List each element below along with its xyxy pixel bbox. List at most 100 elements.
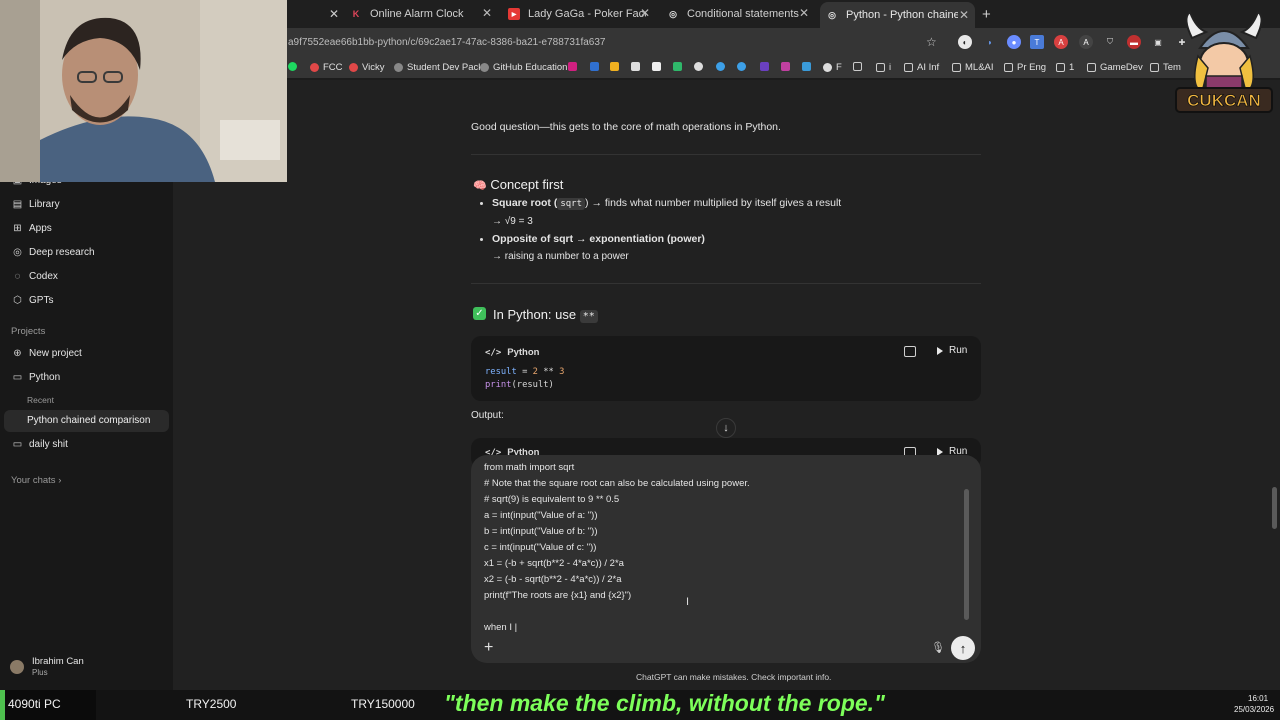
- text-cursor-icon: I: [686, 596, 690, 608]
- scroll-down-icon[interactable]: ↓: [716, 418, 736, 438]
- bookmark-icon-only[interactable]: [590, 62, 603, 71]
- tab-close-icon[interactable]: ✕: [329, 4, 339, 24]
- shield-icon[interactable]: ⛉: [1103, 35, 1117, 49]
- sidebar-chat-python-chained-comparison[interactable]: Python chained comparison: [27, 415, 150, 426]
- composer-line: x1 = (-b + sqrt(b**2 - 4*a*c)) / 2*a: [484, 558, 624, 569]
- bookmark-folder-ml-ai[interactable]: ML&AI: [952, 62, 994, 73]
- bookmark-icon-only[interactable]: [694, 62, 707, 71]
- fcc-icon: [310, 63, 319, 72]
- bookmark-star-icon[interactable]: ☆: [926, 35, 937, 49]
- tab-label: Conditional statements - Pytho: [687, 8, 799, 20]
- bookmark-folder-ai-inf[interactable]: AI Inf: [904, 62, 939, 73]
- run-button[interactable]: Run: [937, 345, 967, 356]
- tab-online-alarm-clock[interactable]: K Online Alarm Clock ✕: [350, 4, 498, 24]
- sidebar-item-gpts[interactable]: ⬡ GPTs: [12, 295, 53, 306]
- bookmark-icon-only[interactable]: [760, 62, 773, 71]
- sidebar-item-label: Codex: [29, 271, 58, 282]
- adblock-icon[interactable]: A: [1054, 35, 1068, 49]
- bookmark-icon-only[interactable]: [568, 62, 581, 71]
- disclaimer: ChatGPT can make mistakes. Check importa…: [636, 672, 832, 682]
- app-icon: [590, 62, 599, 71]
- close-icon[interactable]: ✕: [482, 6, 492, 20]
- folder-icon: [1056, 63, 1065, 72]
- app-icon: [673, 62, 682, 71]
- bookmark-f[interactable]: F: [823, 62, 842, 73]
- youtube-favicon-icon: ▶: [508, 8, 520, 20]
- your-chats-heading[interactable]: Your chats ›: [11, 475, 61, 486]
- app-icon: [823, 63, 832, 72]
- bookmark-label: FCC: [323, 62, 343, 73]
- vicky-icon: [349, 63, 358, 72]
- bookmark-student-dev-pack[interactable]: Student Dev Pack: [394, 62, 483, 73]
- extension-icon[interactable]: ◐: [958, 35, 972, 49]
- user-plan: Plus: [32, 668, 48, 677]
- bookmark-icon-only[interactable]: [716, 62, 729, 71]
- run-label: Run: [949, 345, 968, 356]
- bookmark-icon-only[interactable]: [781, 62, 794, 71]
- add-attachment-icon[interactable]: +: [484, 639, 493, 657]
- composer-line: a = int(input("Value of a: ")): [484, 510, 598, 521]
- bookmark-folder[interactable]: [853, 62, 866, 71]
- sidebar-item-label: GPTs: [29, 295, 54, 306]
- user-name[interactable]: Ibrahim Can: [32, 656, 84, 667]
- github-icon: [480, 63, 489, 72]
- folder-icon: [876, 63, 885, 72]
- app-icon: [568, 62, 577, 71]
- extension-icon[interactable]: A: [1079, 35, 1093, 49]
- inline-code: **: [579, 310, 598, 323]
- tab-python-chained-comparison[interactable]: ◎ Python - Python chained comp ✕: [820, 2, 975, 28]
- bullet-rest: ) → finds what number multiplied by itse…: [585, 197, 842, 209]
- bookmark-folder-gamedev[interactable]: GameDev: [1087, 62, 1143, 73]
- tab-lady-gaga[interactable]: ▶ Lady GaGa - Poker Face (Jo ✕: [508, 4, 656, 24]
- sidebar-item-deep-research[interactable]: ◎ Deep research: [12, 247, 94, 258]
- extension-icon[interactable]: ●: [1007, 35, 1021, 49]
- message-composer[interactable]: from math import sqrt # Note that the sq…: [471, 455, 981, 663]
- composer-scrollbar[interactable]: [964, 489, 969, 620]
- avatar[interactable]: [10, 660, 24, 674]
- bookmark-icon-only[interactable]: [673, 62, 686, 71]
- new-project-button[interactable]: ⊕ New project: [12, 348, 82, 359]
- close-icon[interactable]: ✕: [640, 6, 650, 20]
- sidebar-item-library[interactable]: ▤ Library: [12, 199, 60, 210]
- bookmark-folder-1[interactable]: 1: [1056, 62, 1074, 73]
- copy-icon[interactable]: [904, 346, 916, 357]
- code-line-1: result = 2 ** 3: [485, 367, 565, 377]
- recent-heading: Recent: [27, 395, 54, 405]
- extension-icon[interactable]: ▬: [1127, 35, 1141, 49]
- close-icon[interactable]: ✕: [959, 8, 969, 22]
- close-icon[interactable]: ✕: [799, 6, 809, 20]
- tab-conditional-statements[interactable]: ◎ Conditional statements - Pytho ✕: [667, 4, 815, 24]
- send-button[interactable]: ↑: [951, 636, 975, 660]
- clock-time: 16:01: [1248, 694, 1269, 703]
- bullet-sqrt: Square root (sqrt) → finds what number m…: [492, 197, 842, 210]
- spotify-icon: [288, 62, 297, 71]
- your-chats-label: Your chats: [11, 475, 56, 486]
- deep-research-icon: ◎: [13, 247, 22, 258]
- bookmark-fcc[interactable]: FCC: [310, 62, 343, 73]
- sidebar-item-apps[interactable]: ⊞ Apps: [12, 223, 52, 234]
- sidebar-item-codex[interactable]: ◌ Codex: [12, 271, 58, 282]
- bookmark-icon-only[interactable]: [610, 62, 623, 71]
- bookmark-spotify[interactable]: [288, 62, 301, 71]
- bookmark-vicky[interactable]: Vicky: [349, 62, 385, 73]
- microphone-icon[interactable]: 🎙: [931, 641, 945, 654]
- extension-icon[interactable]: ◗: [983, 35, 997, 49]
- bookmark-github-education[interactable]: GitHub Education: [480, 62, 567, 73]
- sidebar-item-daily-shit[interactable]: ▭ daily shit: [12, 439, 68, 450]
- bullet-dot: [480, 238, 483, 241]
- app-icon: [610, 62, 619, 71]
- url-field[interactable]: a9f7552eae66b1bb-python/c/69c2ae17-47ac-…: [288, 37, 606, 48]
- bookmark-folder-i[interactable]: i: [876, 62, 891, 73]
- bookmark-icon-only[interactable]: [737, 62, 750, 71]
- bookmark-folder-pr-eng[interactable]: Pr Eng: [1004, 62, 1046, 73]
- bookmark-icon-only[interactable]: [631, 62, 644, 71]
- translate-icon[interactable]: T: [1030, 35, 1044, 49]
- new-tab-button[interactable]: +: [982, 4, 996, 24]
- bookmark-icon-only[interactable]: [802, 62, 815, 71]
- bookmark-icon-only[interactable]: [652, 62, 665, 71]
- page-scrollbar[interactable]: [1272, 487, 1277, 529]
- output-label: Output:: [471, 410, 504, 421]
- extension-icon[interactable]: ▣: [1151, 35, 1165, 49]
- code-line-2: print(result): [485, 380, 554, 390]
- sidebar-item-python-project[interactable]: ▭ Python: [12, 372, 60, 383]
